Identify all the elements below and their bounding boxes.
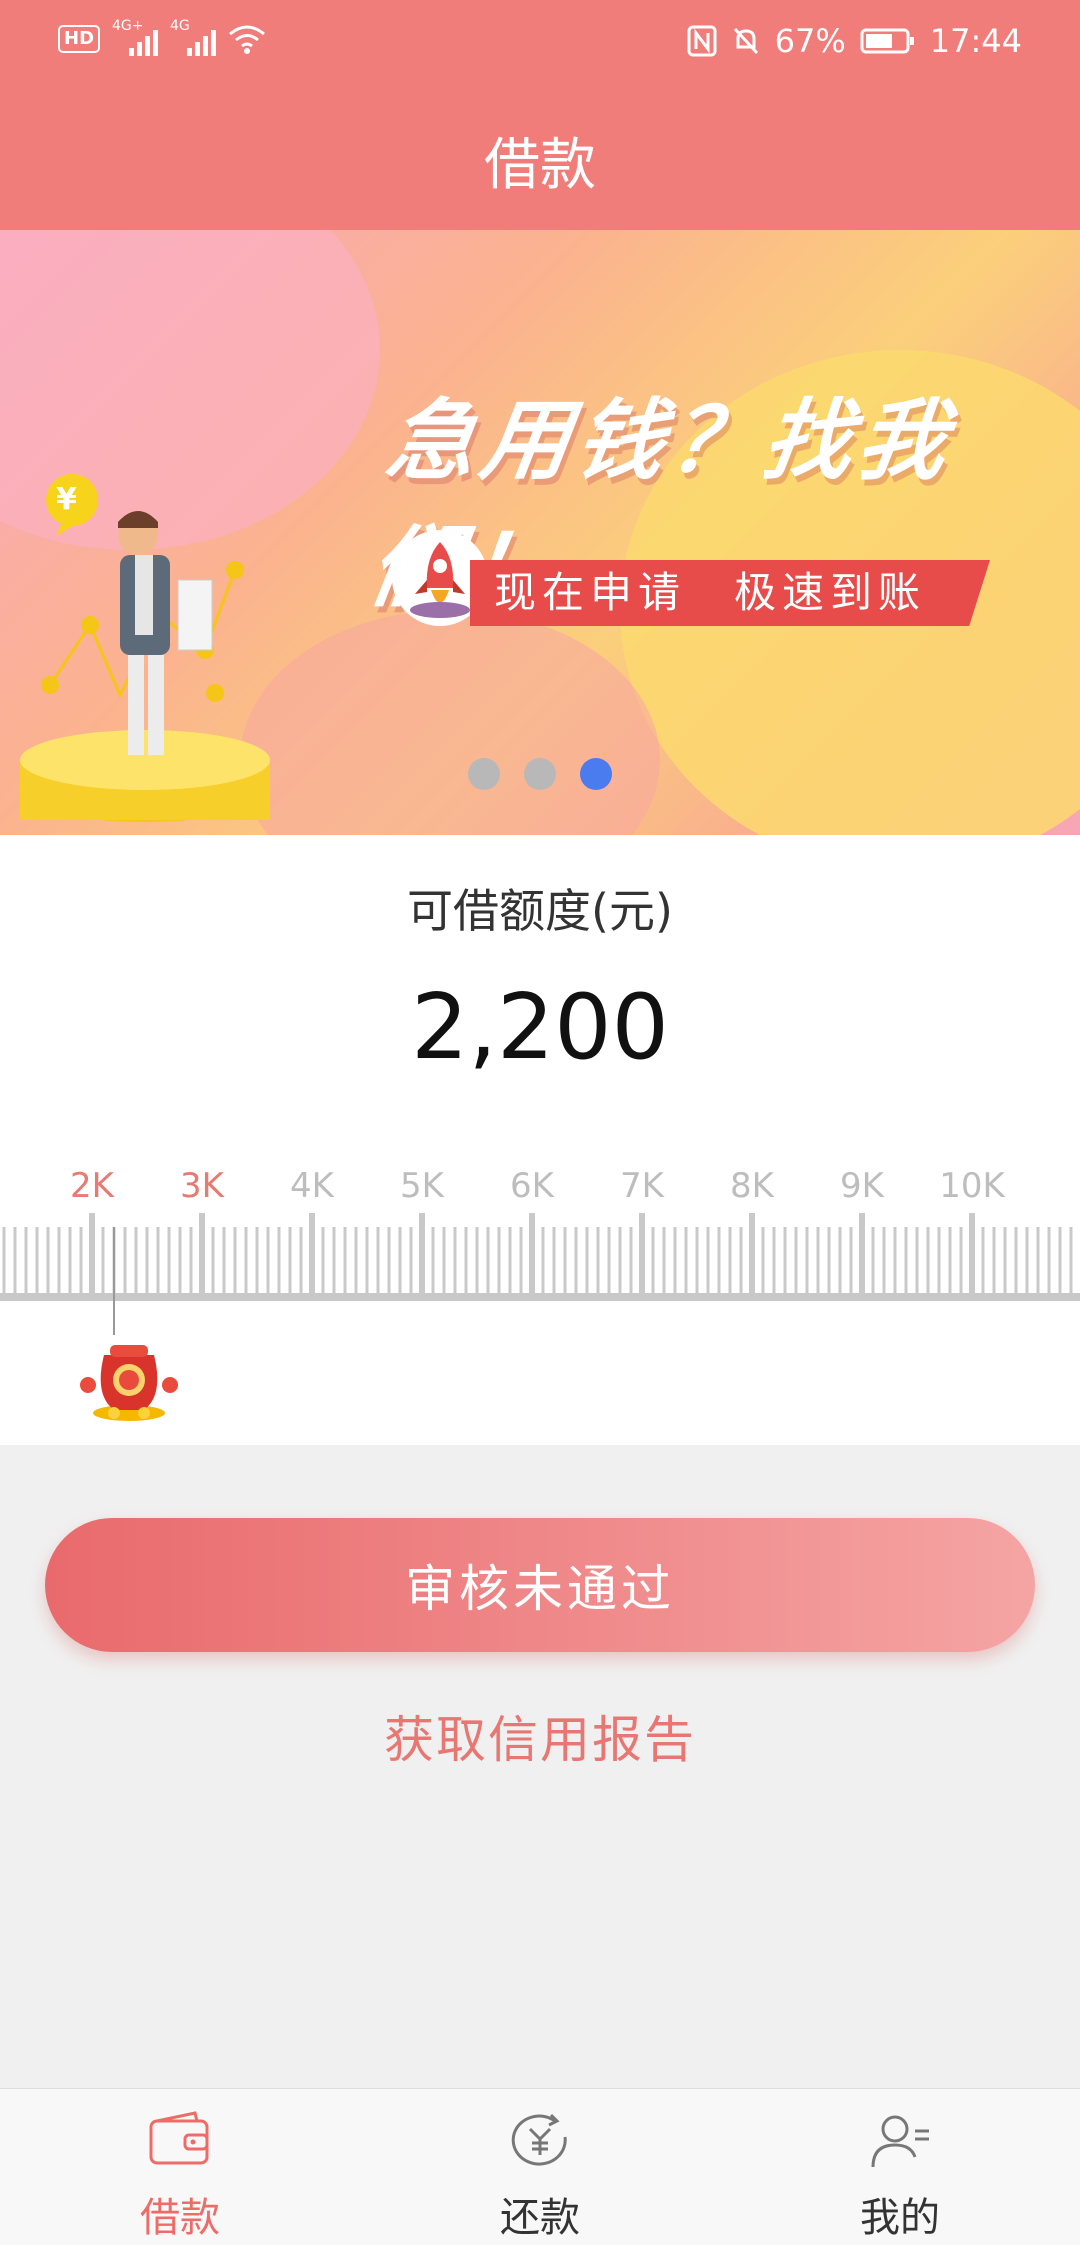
wifi-icon [229,25,265,54]
banner-ribbon: 现在申请 极速到账 [470,560,990,626]
status-bar: HD 4G+ 4G 67% 17:44 [0,0,1080,80]
yuan-coin-label: ¥ [56,482,77,517]
lucky-bag-icon[interactable] [74,1325,184,1425]
amount-ruler-slider[interactable]: 2K 3K 4K 5K 6K 7K 8K 9K 10K [0,1135,1080,1335]
ruler-tick-label: 8K [730,1166,776,1206]
carousel-dot[interactable] [524,758,556,790]
battery-percent: 67% [774,22,846,60]
ruler-tick-label: 2K [70,1166,116,1206]
ruler-tick-label: 10K [939,1166,1006,1206]
carousel-indicator [468,758,612,790]
credit-limit-label: 可借额度(元) [407,884,673,938]
get-credit-report-link[interactable]: 获取信用报告 [0,1700,1080,1772]
ruler-tick-label: 6K [510,1166,556,1206]
tab-mine[interactable]: 我的 [720,2089,1080,2245]
tab-repay-label: 还款 [500,2195,580,2241]
tab-repay[interactable]: 还款 [360,2089,720,2245]
app-header: HD 4G+ 4G 67% 17:44 借款 [0,0,1080,230]
nfc-icon [687,25,717,57]
ruler-tick-label: 4K [290,1166,336,1206]
bottom-tab-bar: 借款 还款 我的 [0,2088,1080,2245]
ruler-tick-label: 7K [620,1166,666,1206]
ruler-tick-label: 5K [400,1166,446,1206]
credit-limit-amount: 2,200 [411,975,669,1080]
mute-icon [733,27,758,55]
credit-card: 可借额度(元) 2,200 2K 3K 4K 5K 6K 7K 8K 9K 10K [0,835,1080,1445]
ruler-baseline [0,1293,1080,1301]
repay-icon [511,2113,567,2166]
battery-icon [860,28,914,54]
ruler-tick-label: 9K [840,1166,886,1206]
signal-icon-sim2: 4G [170,18,217,56]
tab-borrow-label: 借款 [140,2195,220,2241]
profile-icon [871,2115,929,2168]
hd-badge: HD [58,25,101,53]
wallet-icon [149,2111,209,2165]
clock: 17:44 [929,22,1022,60]
signal-icon-sim1: 4G+ [112,18,159,56]
review-status-button[interactable]: 审核未通过 [45,1518,1035,1652]
promo-banner[interactable]: ¥ 急用钱？找我们！ 现在申请 极速到账 [0,230,1080,835]
businessman-illustration [20,474,270,822]
tab-borrow[interactable]: 借款 [0,2089,360,2245]
tab-mine-label: 我的 [860,2195,940,2241]
carousel-dot-active[interactable] [580,758,612,790]
carousel-dot[interactable] [468,758,500,790]
ruler-tick-label: 3K [180,1166,226,1206]
page-title: 借款 [484,133,596,198]
